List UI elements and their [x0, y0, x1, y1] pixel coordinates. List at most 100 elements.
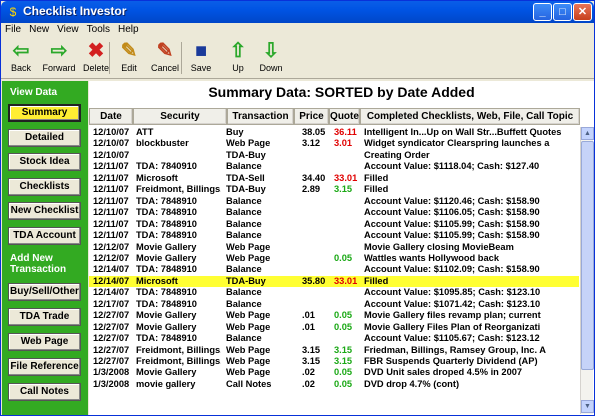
scroll-up-arrow-icon[interactable]: ▲: [581, 127, 594, 140]
topic-cell: Friedman, Billings, Ramsey Group, Inc. A: [364, 344, 547, 355]
table-row[interactable]: 12/11/07 TDA: 7848910 Balance Account Value…: [89, 207, 579, 218]
sidebar-detailed-button[interactable]: Detailed: [8, 128, 81, 147]
scroll-down-arrow-icon[interactable]: ▼: [581, 400, 594, 413]
table-row[interactable]: 12/10/07 blockbuster Web Page 3.12 3.01 Widge…: [89, 138, 579, 149]
sidebar-checklists-button[interactable]: Checklists: [8, 177, 81, 196]
date-cell: 12/14/07: [93, 287, 130, 298]
quote-cell: 0.05: [334, 321, 353, 332]
transaction-cell: Web Page: [226, 138, 271, 149]
column-header-completed[interactable]: Completed Checklists, Web, File, Call To…: [360, 108, 580, 125]
date-cell: 12/14/07: [93, 275, 130, 286]
transaction-cell: Web Page: [226, 367, 271, 378]
sidebar-stock-idea-button[interactable]: Stock Idea: [8, 153, 81, 171]
down-button[interactable]: ⇩ Down: [253, 39, 289, 77]
forward-button[interactable]: ⇨ Forward: [41, 39, 77, 77]
cancel-button[interactable]: ✎ Cancel: [147, 39, 183, 77]
topic-cell: Filled: [364, 275, 389, 286]
vertical-scrollbar[interactable]: ▲ ▼: [580, 127, 594, 414]
title-bar[interactable]: $ Checklist Investor _ □ ✕: [1, 1, 594, 23]
column-header-transaction[interactable]: Transaction: [227, 108, 294, 125]
table-row[interactable]: 12/27/07 Freidmont, Billings, Web Page 3.15…: [89, 345, 579, 356]
quote-cell: 33.01: [334, 275, 358, 286]
transaction-cell: Balance: [226, 287, 262, 298]
date-cell: 12/10/07: [93, 127, 130, 137]
date-cell: 1/3/2008: [93, 367, 130, 378]
table-row[interactable]: 1/3/2008 movie gallery Call Notes .02 0.05 DV…: [89, 379, 579, 390]
menu-tools[interactable]: Tools: [83, 23, 114, 36]
table-row[interactable]: 12/12/07 Movie Gallery Web Page 0.05 Wattles…: [89, 253, 579, 264]
menu-help[interactable]: Help: [114, 23, 143, 36]
quote-cell: 0.05: [334, 378, 353, 389]
arrow-down-icon: ⇩: [262, 40, 280, 62]
table-row[interactable]: 12/14/07 Microsoft TDA-Buy 35.80 33.01 Filled: [89, 275, 579, 288]
security-cell: TDA: 7848910: [136, 230, 197, 241]
edit-button[interactable]: ✎ Edit: [111, 39, 147, 77]
transaction-cell: Web Page: [226, 252, 271, 263]
date-cell: 12/10/07: [93, 138, 130, 149]
menu-file[interactable]: File: [1, 23, 25, 36]
column-header-quote[interactable]: Quote: [329, 108, 360, 125]
sidebar-summary-button[interactable]: Summary: [8, 104, 81, 122]
transaction-cell: Web Page: [226, 344, 271, 355]
table-row[interactable]: 12/14/07 TDA: 7848910 Balance Account Value…: [89, 264, 579, 275]
topic-cell: Creating Order: [364, 149, 430, 160]
table-row[interactable]: 12/11/07 TDA: 7840910 Balance Account Value…: [89, 161, 579, 172]
table-row[interactable]: 12/27/07 Movie Gallery Web Page .01 0.05 Movi…: [89, 322, 579, 333]
transaction-cell: TDA-Sell: [226, 172, 265, 183]
sidebar-call-notes-button[interactable]: Call Notes: [8, 383, 81, 401]
maximize-button[interactable]: □: [553, 3, 572, 21]
sidebar-web-page-button[interactable]: Web Page: [8, 333, 81, 351]
sidebar-buy-sell-other-button[interactable]: Buy/Sell/Other: [8, 283, 81, 301]
date-cell: 12/11/07: [93, 218, 129, 229]
date-cell: 12/11/07: [93, 172, 129, 183]
price-cell: 3.12: [302, 138, 321, 149]
page-title: Summary Data: SORTED by Date Added: [208, 84, 475, 100]
view-data-heading: View Data: [10, 87, 58, 98]
table-row[interactable]: 12/12/07 Movie Gallery Web Page Movie Galle…: [89, 242, 579, 253]
transaction-cell: Balance: [226, 218, 262, 229]
table-row[interactable]: 12/10/07 TDA-Buy Creating Order: [89, 150, 579, 161]
add-new-heading: Add New: [10, 253, 53, 264]
table-row[interactable]: 12/11/07 Freidmont, Billings, TDA-Buy 2.89 3…: [89, 184, 579, 195]
topic-cell: DVD Unit sales droped 4.5% in 2007: [364, 367, 523, 378]
security-cell: TDA: 7848910: [136, 218, 197, 229]
up-button[interactable]: ⇧ Up: [220, 39, 256, 77]
sidebar-tda-trade-button[interactable]: TDA Trade: [8, 308, 81, 326]
table-row[interactable]: 12/11/07 TDA: 7848910 Balance Account Value…: [89, 219, 579, 230]
table-row[interactable]: 12/11/07 Microsoft TDA-Sell 34.40 33.01 Fille…: [89, 173, 579, 184]
date-cell: 12/11/07: [93, 161, 129, 172]
column-header-security[interactable]: Security: [133, 108, 227, 125]
minimize-button[interactable]: _: [533, 3, 552, 21]
sidebar-new-checklist-button[interactable]: New Checklist: [8, 202, 81, 220]
column-header-price[interactable]: Price: [294, 108, 329, 125]
table-row[interactable]: 12/14/07 TDA: 7848910 Balance Account Value…: [89, 287, 579, 298]
save-button[interactable]: ■ Save: [183, 39, 219, 77]
topic-cell: FBR Suspends Quarterly Dividend (AP): [364, 356, 538, 366]
table-row[interactable]: 12/27/07 TDA: 7848910 Balance Account Value…: [89, 333, 579, 344]
security-cell: TDA: 7840910: [136, 161, 197, 172]
price-cell: 38.05: [302, 127, 326, 137]
toolbar-label: Cancel: [150, 63, 179, 73]
menu-new[interactable]: New: [25, 23, 53, 36]
table-row[interactable]: 12/17/07 TDA: 7848910 Balance Account Value…: [89, 299, 579, 310]
transaction-cell: TDA-Buy: [226, 184, 266, 195]
menu-view[interactable]: View: [53, 23, 83, 36]
table-row[interactable]: 12/27/07 Freidmont, Billings, Web Page 3.15…: [89, 356, 579, 367]
quote-cell: 3.01: [334, 138, 353, 149]
security-cell: Freidmont, Billings,: [136, 356, 221, 366]
table-row[interactable]: 1/3/2008 Movie Gallery Web Page .02 0.05 DVD …: [89, 367, 579, 378]
table-row[interactable]: 12/10/07 ATT Buy 38.05 36.11 Intelligent In..…: [89, 127, 579, 138]
topic-cell: Account Value: $1102.09; Cash: $158.90: [364, 264, 540, 275]
sidebar-file-reference-button[interactable]: File Reference: [8, 358, 81, 376]
back-button[interactable]: ⇦ Back: [3, 39, 39, 77]
column-header-date[interactable]: Date: [89, 108, 133, 125]
sidebar-tda-account-button[interactable]: TDA Account: [8, 226, 81, 245]
price-cell: 35.80: [302, 275, 326, 286]
scrollbar-thumb[interactable]: [581, 141, 594, 370]
table-row[interactable]: 12/11/07 TDA: 7848910 Balance Account Value…: [89, 196, 579, 207]
close-button[interactable]: ✕: [573, 3, 592, 21]
price-cell: .01: [302, 310, 315, 321]
table-row[interactable]: 12/27/07 Movie Gallery Web Page .01 0.05 Movi…: [89, 310, 579, 321]
toolbar-label: Edit: [121, 63, 137, 73]
table-row[interactable]: 12/11/07 TDA: 7848910 Balance Account Value…: [89, 230, 579, 241]
